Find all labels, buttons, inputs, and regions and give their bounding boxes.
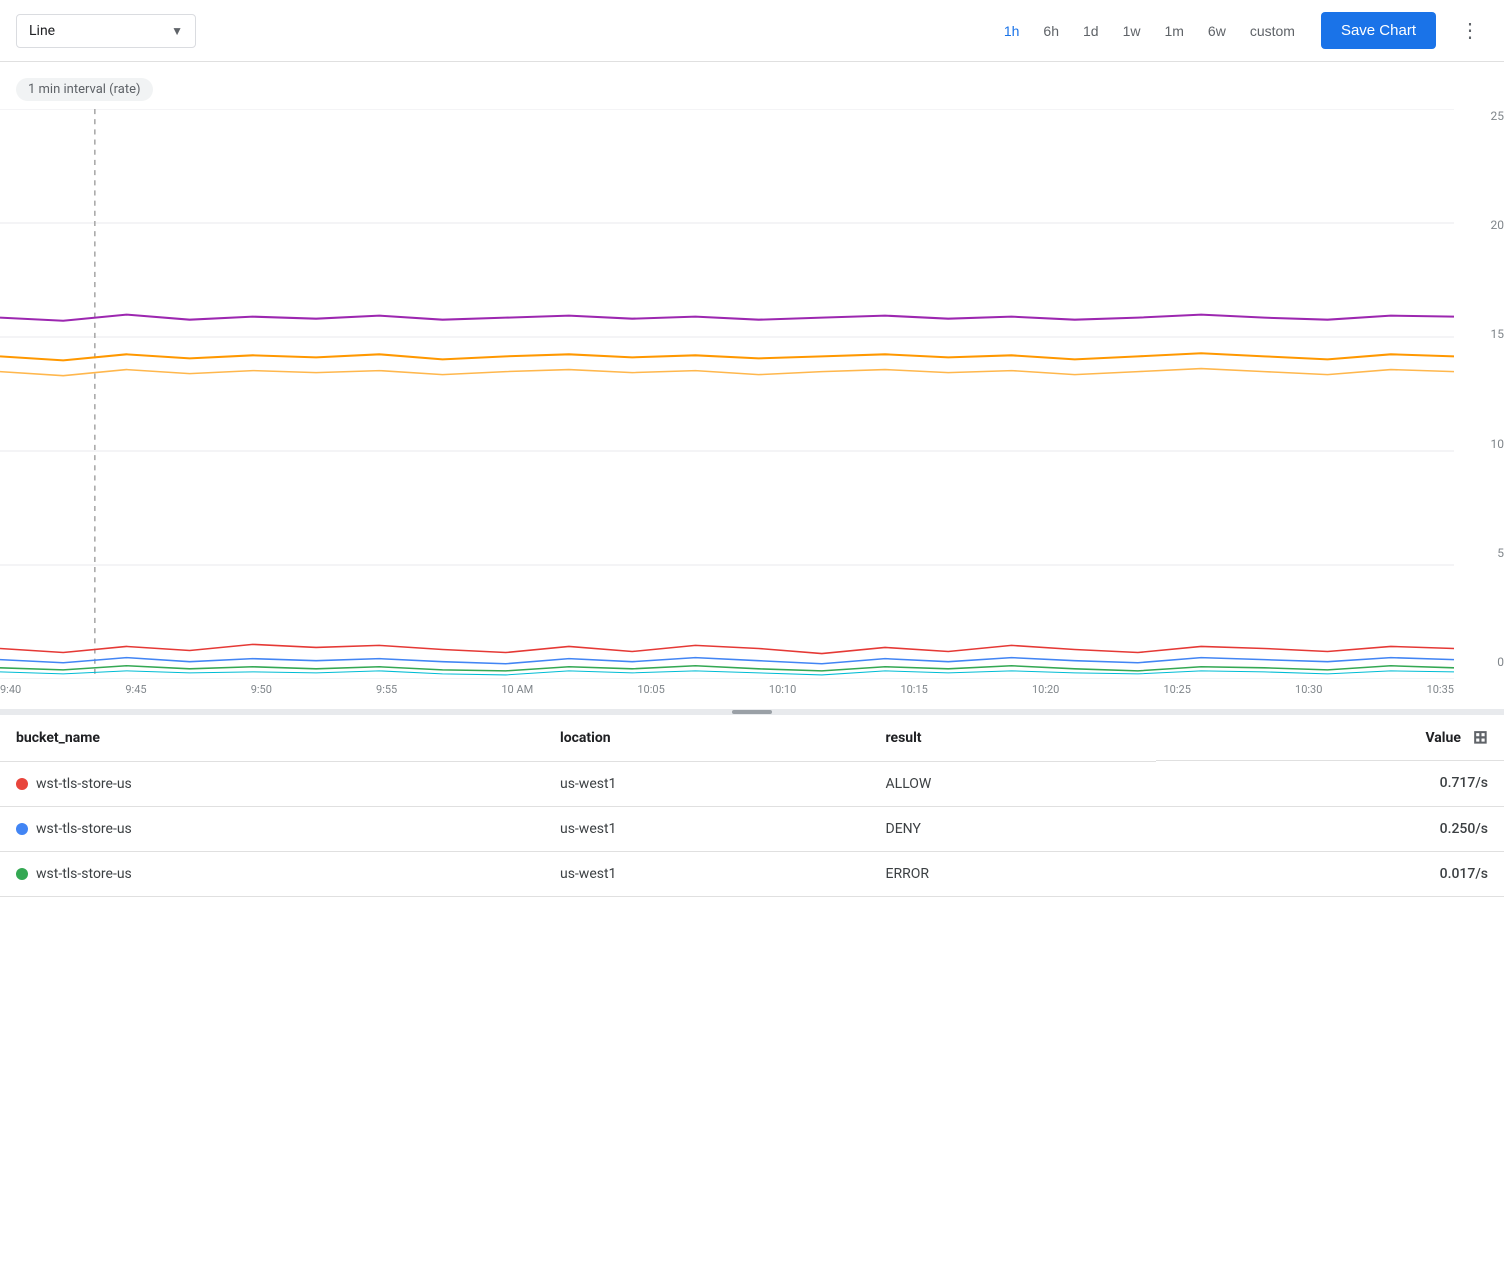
y-label-25: 25 [1491,109,1504,123]
col-header-result: result [870,715,1156,761]
time-btn-1h[interactable]: 1h [994,17,1030,45]
x-label-10am: 10 AM [501,683,533,696]
legend-dot-deny [16,823,28,835]
chart-area: 25 20 15 10 5 0 9:40 9:45 9:50 9:55 10 A… [0,109,1504,709]
x-label-1020: 10:20 [1032,683,1059,696]
result-cell-3: ERROR [870,851,1156,896]
time-btn-6h[interactable]: 6h [1033,17,1069,45]
y-label-15: 15 [1491,327,1504,341]
bucket-name-cell-2: wst-tls-store-us [0,806,544,851]
time-btn-6w[interactable]: 6w [1198,17,1236,45]
x-label-955: 9:55 [376,683,397,696]
table-row: wst-tls-store-us us-west1 ALLOW 0.717/s [0,761,1504,806]
col-header-bucket: bucket_name [0,715,544,761]
legend-dot-error [16,868,28,880]
interval-badge: 1 min interval (rate) [16,78,153,101]
value-cell-2: 0.250/s [1156,806,1504,851]
y-label-20: 20 [1491,218,1504,232]
bucket-name-cell: wst-tls-store-us [0,761,544,806]
result-cell-1: ALLOW [870,761,1156,806]
location-cell-3: us-west1 [544,851,870,896]
x-label-950: 9:50 [251,683,272,696]
time-btn-1m[interactable]: 1m [1154,17,1193,45]
table-header-row: bucket_name location result Value ⊞ [0,715,1504,761]
time-btn-1d[interactable]: 1d [1073,17,1109,45]
save-chart-button[interactable]: Save Chart [1321,12,1436,49]
table-row: wst-tls-store-us us-west1 ERROR 0.017/s [0,851,1504,896]
toolbar: Line ▼ 1h 6h 1d 1w 1m 6w custom Save Cha… [0,0,1504,62]
result-cell-2: DENY [870,806,1156,851]
bucket-name-value-2: wst-tls-store-us [36,821,132,837]
chart-type-label: Line [29,23,163,39]
location-cell-1: us-west1 [544,761,870,806]
x-label-1035: 10:35 [1427,683,1454,696]
chevron-down-icon: ▼ [171,24,183,38]
value-cell-3: 0.017/s [1156,851,1504,896]
time-btn-1w[interactable]: 1w [1113,17,1151,45]
y-label-10: 10 [1491,437,1504,451]
chart-svg [0,109,1454,679]
time-range-group: 1h 6h 1d 1w 1m 6w custom [994,17,1305,45]
x-label-1025: 10:25 [1164,683,1191,696]
x-label-1030: 10:30 [1295,683,1322,696]
chart-type-select[interactable]: Line ▼ [16,14,196,48]
bucket-name-value: wst-tls-store-us [36,776,132,792]
col-header-location: location [544,715,870,761]
location-cell-2: us-west1 [544,806,870,851]
chart-container: 1 min interval (rate) [0,62,1504,709]
more-options-button[interactable]: ⋮ [1452,14,1488,47]
x-label-940: 9:40 [0,683,21,696]
time-btn-custom[interactable]: custom [1240,17,1305,45]
col-header-value: Value ⊞ [1156,715,1504,761]
y-label-5: 5 [1497,546,1504,560]
bucket-name-cell-3: wst-tls-store-us [0,851,544,896]
x-label-1010: 10:10 [769,683,796,696]
y-axis: 25 20 15 10 5 0 [1454,109,1504,669]
value-cell-1: 0.717/s [1156,761,1504,806]
x-label-945: 9:45 [125,683,146,696]
columns-icon[interactable]: ⊞ [1473,727,1488,748]
legend-table: bucket_name location result Value ⊞ wst-… [0,715,1504,897]
x-axis: 9:40 9:45 9:50 9:55 10 AM 10:05 10:10 10… [0,679,1454,709]
x-label-1005: 10:05 [637,683,664,696]
divider-handle [732,710,772,714]
bucket-name-value-3: wst-tls-store-us [36,866,132,882]
legend-table-container: bucket_name location result Value ⊞ wst-… [0,715,1504,897]
legend-dot-allow [16,778,28,790]
x-label-1015: 10:15 [900,683,927,696]
y-label-0: 0 [1497,655,1504,669]
table-row: wst-tls-store-us us-west1 DENY 0.250/s [0,806,1504,851]
